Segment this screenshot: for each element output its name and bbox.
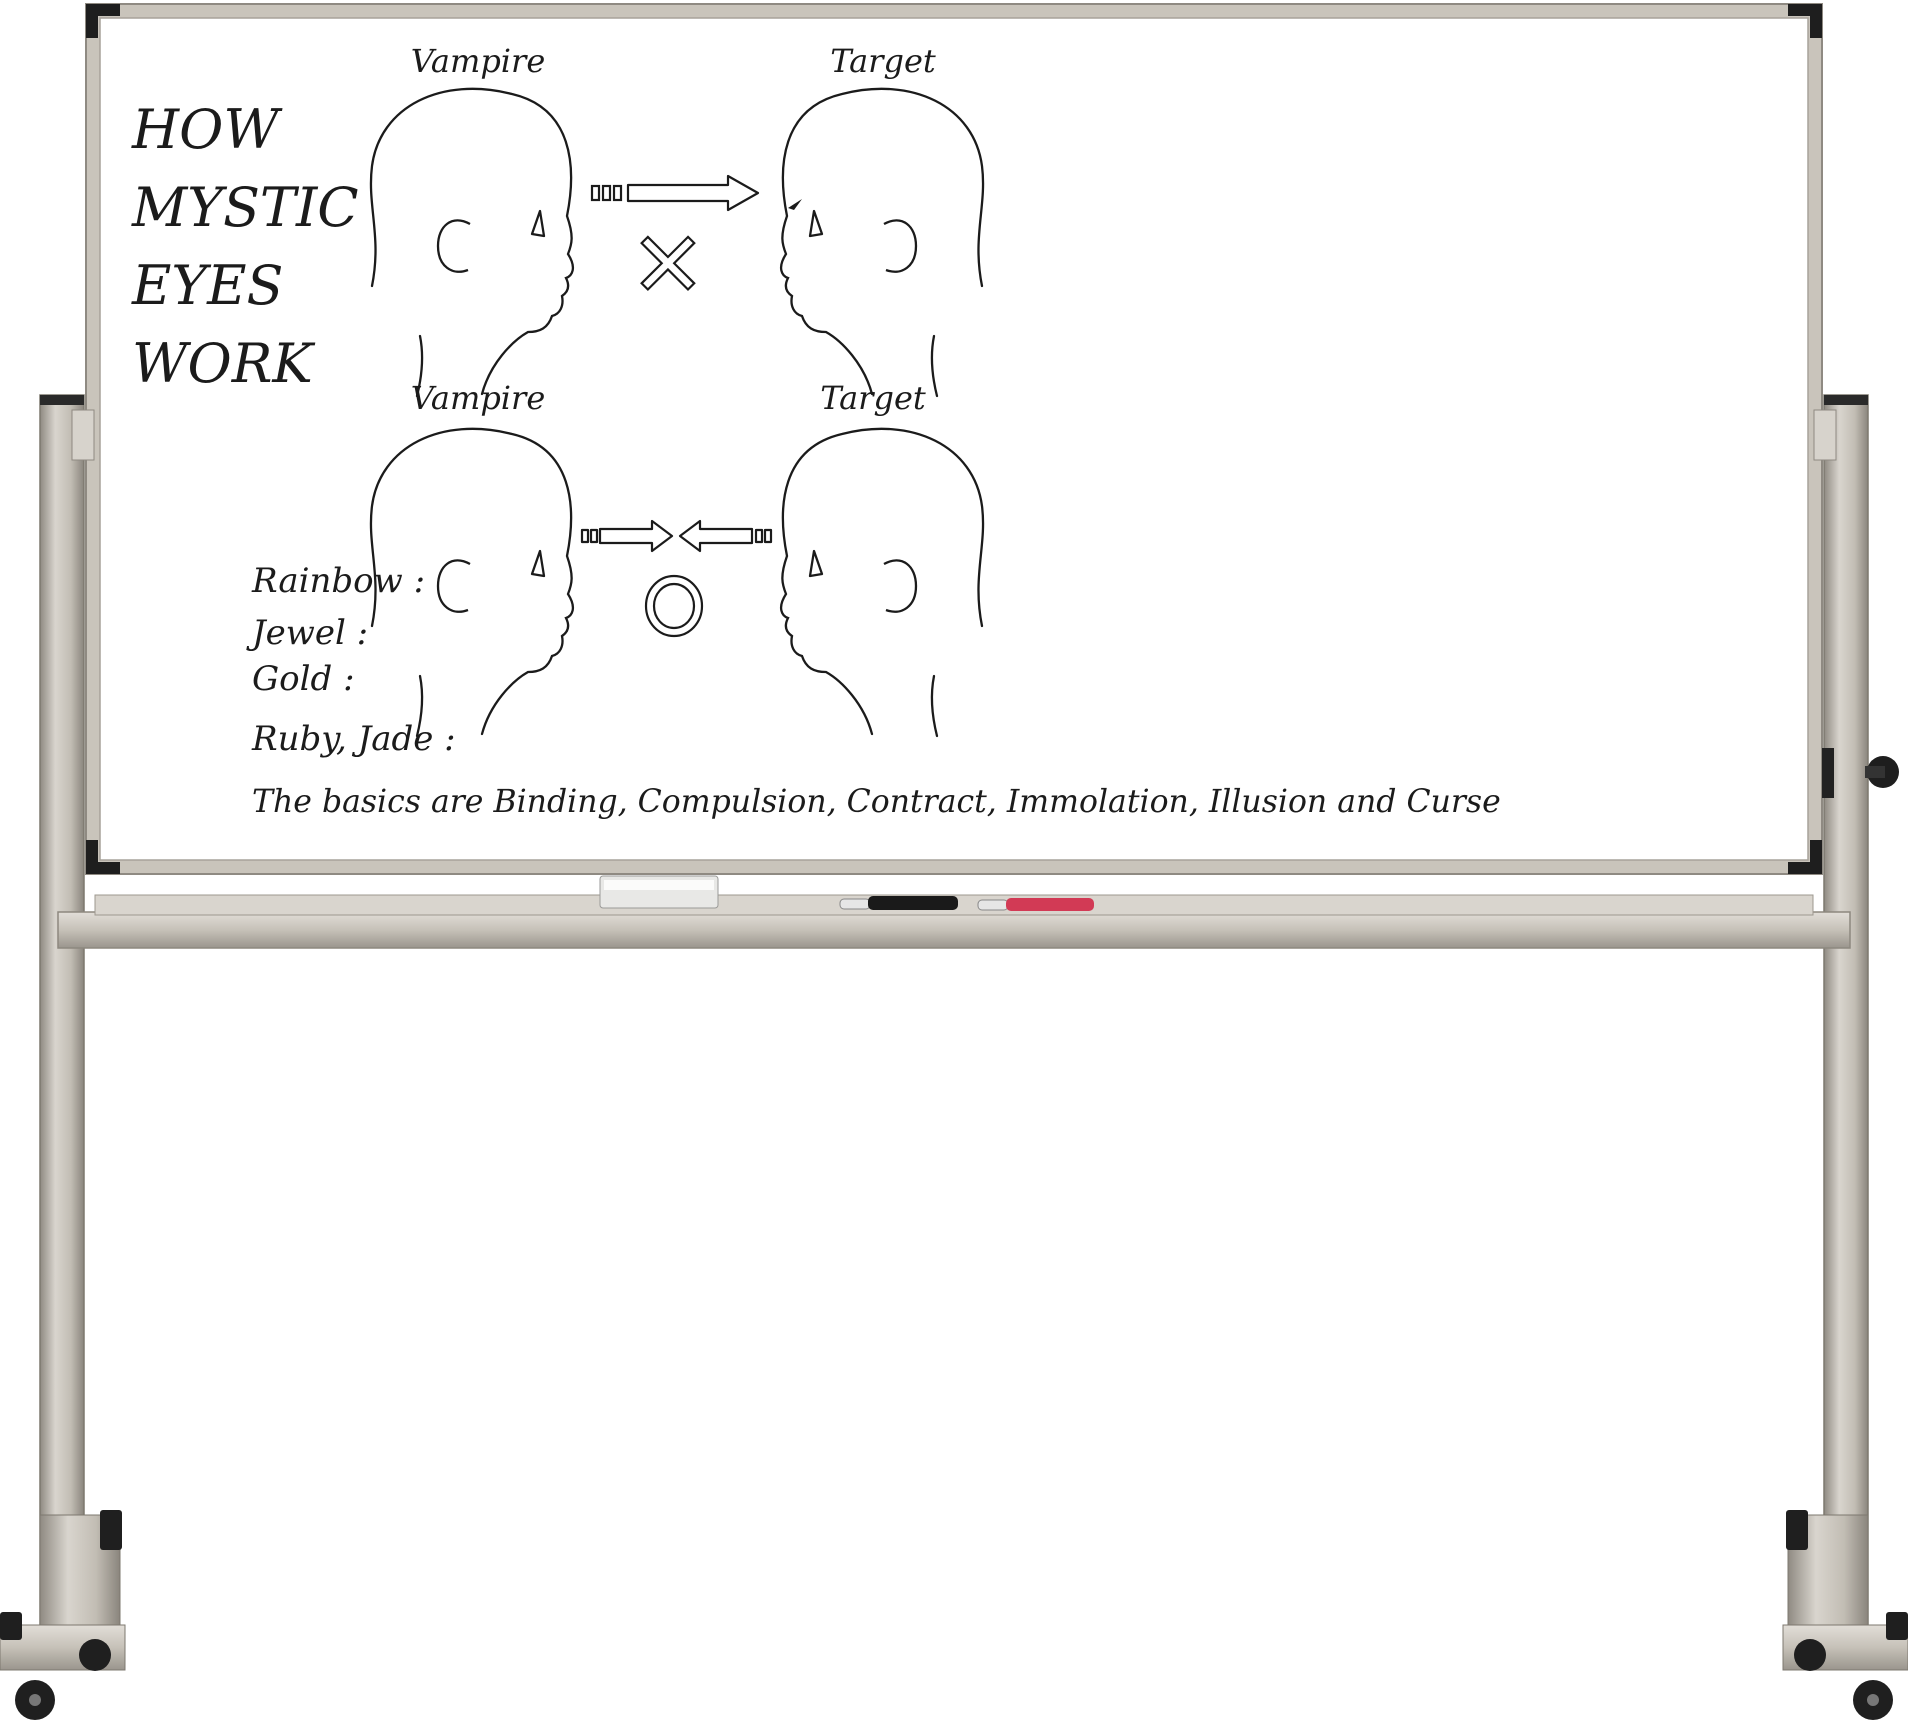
vampire-label: Vampire [411, 42, 546, 80]
left-post-cap [40, 395, 84, 405]
vampire-label: Vampire [411, 379, 546, 417]
list-item: Jewel : [246, 613, 368, 653]
title-line: MYSTIC [131, 176, 359, 239]
right-hinge [1813, 409, 1837, 461]
title-line: HOW [131, 98, 283, 161]
rotation-lock [1822, 748, 1834, 798]
whiteboard-scene: HOW MYSTIC EYES WORK Vampire Target ✕ Va… [0, 0, 1908, 1720]
left-hinge [71, 409, 95, 461]
right-post-cap [1824, 395, 1868, 405]
title-line: EYES [131, 254, 283, 317]
casters [0, 1510, 1908, 1720]
red-marker-icon[interactable] [977, 898, 1094, 911]
list-item: Ruby, Jade : [251, 719, 456, 759]
list-item: Gold : [252, 659, 355, 699]
target-label: Target [820, 379, 926, 417]
title-line: WORK [132, 332, 315, 395]
fail-cross-icon: ✕ [630, 213, 705, 318]
left-post [39, 394, 85, 1626]
right-post [1823, 394, 1869, 1626]
success-symbol: ◯ [0, 0, 2, 1]
footer-text: The basics are Binding, Compulsion, Cont… [252, 784, 1501, 820]
list-item: Rainbow : [251, 561, 425, 601]
marker-tray [57, 875, 1851, 949]
tray-shelf [57, 911, 1851, 949]
left-back-wheel [79, 1639, 111, 1671]
right-back-wheel [1794, 1639, 1826, 1671]
target-label: Target [830, 42, 936, 80]
